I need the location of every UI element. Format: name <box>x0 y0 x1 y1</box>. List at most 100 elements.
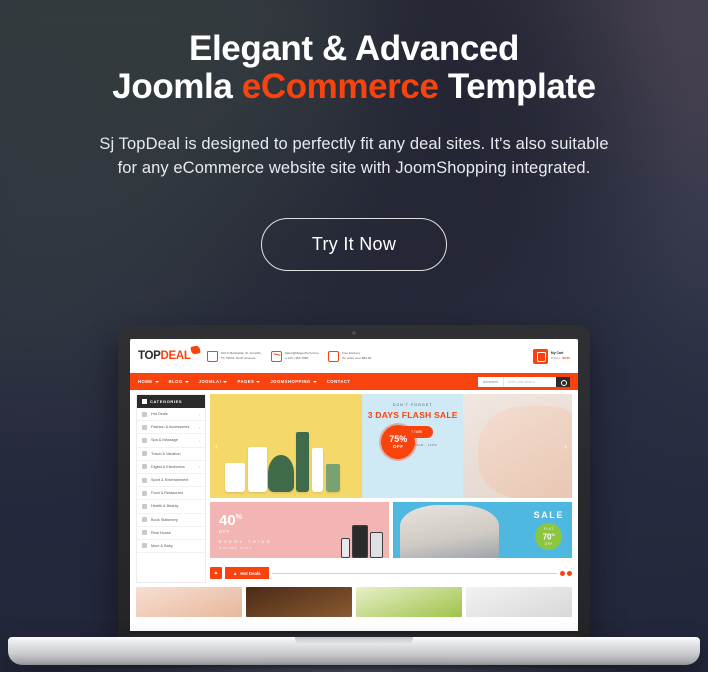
headline-line-1: Elegant & Advanced <box>189 29 519 68</box>
laptop-screen: TOPDEAL 100 S Manhattan St, Amarillo, TX… <box>130 339 578 633</box>
product-thumbnail[interactable] <box>246 587 352 617</box>
chevron-down-icon <box>256 380 261 383</box>
category-icon <box>142 451 147 457</box>
header-info-delivery: Free Delivery On order over $89.00 <box>327 350 371 362</box>
subtitle-line-1: Sj TopDeal is designed to perfectly fit … <box>99 135 609 153</box>
list-item[interactable]: Travel & Vacation <box>137 448 205 461</box>
promo-symbol: % <box>235 514 242 521</box>
envelope-icon <box>270 350 282 362</box>
list-item[interactable]: Spa & Massage › <box>137 434 205 448</box>
slide-eyebrow: DON'T FORGET <box>392 403 433 408</box>
address-line-2: TX 79104, North America <box>220 356 256 360</box>
cart-total: $0.00 <box>562 356 570 361</box>
discount-badge: 75% OFF <box>381 424 416 459</box>
nav-item-joomshopping[interactable]: JOOMSHOPPING <box>270 379 317 384</box>
promo-banner-electronics[interactable]: 40% OFF EVERY THING ONLINE ONLY <box>210 502 389 558</box>
nav-label: PAGES <box>237 379 255 384</box>
try-it-now-button[interactable]: Try It Now <box>260 218 448 271</box>
chevron-down-icon <box>223 380 228 383</box>
category-label: Food & Restaurant <box>151 491 183 496</box>
chevron-right-icon: › <box>198 424 200 430</box>
subtitle-line-2: for any eCommerce website site with Joom… <box>117 159 591 177</box>
promo-line-1: EVERY THING <box>219 539 273 544</box>
promo-text: 40% OFF EVERY THING ONLINE ONLY <box>210 510 272 550</box>
nav-label: JOOMLA! <box>198 379 222 384</box>
list-item[interactable]: Book Stationery <box>137 514 205 527</box>
product-thumbnail[interactable] <box>466 587 572 617</box>
nav-item-contact[interactable]: CONTACT <box>327 379 351 384</box>
email-line-2: (+123 ) 456 7890 <box>284 356 309 360</box>
shopping-bag-icon <box>532 348 548 364</box>
list-item[interactable]: Digital & Electronics › <box>137 461 205 474</box>
carousel-next-icon[interactable] <box>567 570 572 576</box>
delivery-line-2: On order over $89.00 <box>341 356 372 360</box>
category-icon <box>142 543 147 549</box>
grid-icon[interactable]: ▲ <box>210 567 222 579</box>
list-item[interactable]: Real House <box>137 527 205 540</box>
nav-item-joomla[interactable]: JOOMLA! <box>199 379 228 384</box>
tab-hot-deals[interactable]: ▲ Hot Deals <box>225 567 269 579</box>
hero-slide: ‹ DON'T FORGET 3 DAYS FLASH SALE Shop no… <box>210 394 572 498</box>
nav-label: CONTACT <box>326 379 351 384</box>
chevron-right-icon: › <box>198 411 200 417</box>
chevron-right-icon: › <box>198 464 200 470</box>
promo-number: 40 <box>219 512 236 529</box>
promo-banner-fashion[interactable]: SALE FLAT 70% OFF <box>393 502 572 558</box>
laptop-lid: TOPDEAL 100 S Manhattan St, Amarillo, TX… <box>118 325 590 643</box>
category-icon <box>142 530 147 536</box>
carousel-prev-icon[interactable] <box>560 570 565 576</box>
cart-text: My Cart 0 Item - $0.00 <box>551 351 570 361</box>
carousel-controls <box>560 570 572 576</box>
header-info-address: 100 S Manhattan St, Amarillo, TX 79104, … <box>206 350 262 362</box>
slide-next-arrow[interactable]: › <box>561 440 570 453</box>
category-label: Health & Beauty <box>151 504 179 509</box>
category-icon <box>142 437 147 443</box>
phone-icon <box>341 538 350 558</box>
site-logo[interactable]: TOPDEAL <box>138 345 201 362</box>
nav-item-pages[interactable]: PAGES <box>237 379 261 384</box>
list-item[interactable]: Mom & Baby <box>137 540 205 554</box>
category-icon <box>142 411 147 417</box>
truck-icon <box>327 350 339 362</box>
model-photo <box>477 406 572 498</box>
product-thumbnail[interactable] <box>136 587 242 617</box>
flat-percent: 70% <box>543 531 555 542</box>
flat-discount-badge: FLAT 70% OFF <box>535 523 563 550</box>
category-icon <box>142 424 147 430</box>
page-bottom <box>0 672 708 700</box>
cart-count: 0 Item - <box>550 356 563 361</box>
slide-product-panel: ‹ <box>210 394 363 498</box>
list-item[interactable]: Sport & Entertainment <box>137 474 205 488</box>
search-input[interactable]: Enter your search... <box>504 376 556 387</box>
headline-line-2: Joomla eCommerce Template <box>0 68 708 106</box>
promo-percent: 40% <box>219 510 272 528</box>
delivery-text: Free Delivery On order over $89.00 <box>342 351 371 360</box>
product-thumbnail[interactable] <box>356 587 462 617</box>
hot-deals-tabbar: ▲ ▲ Hot Deals <box>210 562 572 579</box>
flat-symbol: % <box>551 532 556 538</box>
nav-item-home[interactable]: HOME <box>138 379 159 384</box>
slide-prev-arrow[interactable]: ‹ <box>212 440 221 453</box>
search-button[interactable] <box>556 376 570 387</box>
categories-header: CATEGORIES <box>137 395 205 408</box>
list-item[interactable]: Hot Deals › <box>137 408 205 422</box>
laptop-shadow <box>60 663 648 672</box>
mini-cart[interactable]: My Cart 0 Item - $0.00 <box>532 348 570 364</box>
cart-summary: 0 Item - $0.00 <box>551 356 570 361</box>
category-label: Hot Deals <box>151 412 168 417</box>
webcam-icon <box>352 331 356 335</box>
chevron-down-icon <box>184 380 189 383</box>
sale-text: SALE FLAT 70% OFF <box>534 510 564 550</box>
category-label: Sport & Entertainment <box>151 478 189 483</box>
email-text: Sales@MagenTech.Com (+123 ) 456 7890 <box>285 351 319 360</box>
list-item[interactable]: Food & Restaurant <box>137 487 205 501</box>
promo-line-2: ONLINE ONLY <box>219 546 253 550</box>
nav-item-blog[interactable]: BLOG <box>169 379 189 384</box>
laptop-base <box>8 637 700 665</box>
advanced-dropdown[interactable]: Advanced <box>477 376 504 387</box>
hero-content: Elegant & Advanced Joomla eCommerce Temp… <box>0 0 708 271</box>
bottle-icon <box>325 464 340 492</box>
list-item[interactable]: Fashion & Accessories › <box>137 421 205 435</box>
list-item[interactable]: Health & Beauty <box>137 500 205 514</box>
cosmetics-bottles <box>222 419 350 492</box>
